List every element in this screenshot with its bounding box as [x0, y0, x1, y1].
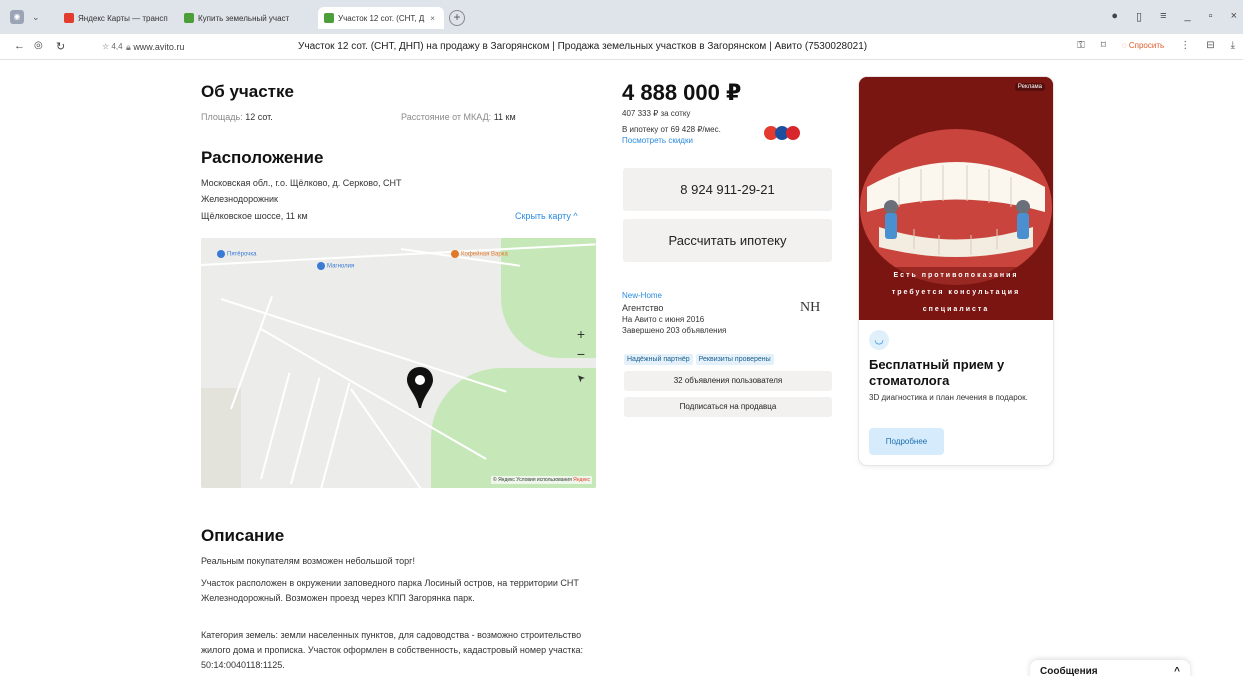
- zoom-out-button[interactable]: −: [572, 346, 590, 362]
- area-row: Площадь: 12 сот.: [201, 110, 273, 125]
- ad-disclaimer-line: Есть противопоказания: [893, 272, 1019, 279]
- map-forest-bottom: [431, 368, 596, 488]
- calc-mortgage-button[interactable]: Рассчитать ипотеку: [623, 219, 832, 262]
- mortgage-link[interactable]: Посмотреть скидки: [622, 135, 693, 146]
- price-per-sotka: 407 333 ₽ за сотку: [622, 109, 691, 118]
- profile-icon[interactable]: ●: [1111, 10, 1118, 23]
- ad-card[interactable]: Реклама Есть противопоказания требуется …: [859, 77, 1053, 465]
- area-label: Площадь:: [201, 112, 243, 122]
- messages-label: Сообщения: [1040, 666, 1098, 676]
- yandex-brand[interactable]: Яндекс: [573, 477, 590, 483]
- avito-favicon-icon: [184, 13, 194, 23]
- about-title: Об участке: [201, 82, 294, 101]
- address-bar: ← ◎ ↻ ☆ 4,4 🔒︎ www.avito.ru Участок 12 с…: [0, 34, 1243, 60]
- back-icon[interactable]: ←: [14, 40, 25, 52]
- maximize-icon[interactable]: ▫: [1209, 10, 1213, 23]
- ask-button[interactable]: ◌ Спросить: [1122, 41, 1164, 50]
- mortgage-text: В ипотеку от 69 428 ₽/мес.: [622, 125, 721, 134]
- alice-icon: ◌: [1121, 41, 1127, 50]
- address-bar-actions: ⚿ ⌑ ◌ Спросить ⋮ ⊟ ⤓: [1077, 40, 1235, 51]
- zoom-in-button[interactable]: +: [572, 326, 590, 342]
- description-paragraph: Участок расположен в окружении заповедно…: [201, 578, 579, 603]
- window-controls: ● ▯ ≡ _ ▫ ×: [1111, 10, 1237, 23]
- map-poi[interactable]: Пятёрочка: [217, 250, 256, 258]
- new-tab-button[interactable]: +: [449, 10, 465, 26]
- description-title: Описание: [201, 526, 285, 545]
- map-poi[interactable]: Магнолия: [317, 262, 354, 270]
- bookmarks-icon[interactable]: ▯: [1136, 10, 1142, 23]
- minimize-icon[interactable]: _: [1185, 10, 1191, 23]
- subscribe-seller-button[interactable]: Подписаться на продавца: [624, 397, 832, 417]
- ad-marker: Реклама: [1014, 83, 1045, 91]
- page-title: Участок 12 сот. (СНТ, ДНП) на продажу в …: [298, 41, 868, 52]
- badge-reliable-partner: Надёжный партнёр: [624, 354, 693, 365]
- reader-icon[interactable]: ⊟: [1206, 40, 1214, 51]
- highway-distance: Щёлковское шоссе, 11 км: [201, 211, 308, 221]
- seller-logo[interactable]: NH: [800, 300, 820, 316]
- address-line2: Железнодорожник: [201, 194, 278, 204]
- map-area: [201, 388, 241, 488]
- seller-listings-button[interactable]: 32 объявления пользователя: [624, 371, 832, 391]
- site-rating[interactable]: ☆ 4,4: [102, 42, 123, 51]
- tab-plot-listing[interactable]: Участок 12 сот. (СНТ, Д ×: [318, 7, 444, 29]
- ad-text: 3D диагностика и план лечения в подарок.: [869, 393, 1028, 402]
- badge-details-verified: Реквизиты проверены: [695, 354, 774, 365]
- ad-disclaimer-line: специалиста: [922, 306, 990, 313]
- map-footer: © Яндекс Условия использования Яндекс: [491, 476, 592, 484]
- bookmark-icon[interactable]: ⌑: [1101, 40, 1106, 51]
- seller-name[interactable]: New-Home: [622, 290, 662, 301]
- protect-icon[interactable]: ◎: [34, 40, 43, 51]
- distance-row: Расстояние от МКАД: 11 км: [401, 110, 516, 125]
- location-title: Расположение: [201, 148, 324, 167]
- menu-icon[interactable]: ≡: [1160, 10, 1166, 23]
- distance-label: Расстояние от МКАД:: [401, 112, 492, 122]
- bank-logos: [764, 126, 800, 140]
- address-line1: Московская обл., г.о. Щёлково, д. Серков…: [201, 178, 402, 188]
- key-icon[interactable]: ⚿: [1077, 40, 1085, 51]
- close-tab-icon[interactable]: ×: [430, 14, 435, 23]
- price: 4 888 000 ₽: [622, 80, 742, 105]
- tab-yandex-maps[interactable]: Яндекс Карты — транспо: [58, 7, 168, 29]
- ad-image: Реклама Есть противопоказания требуется …: [859, 77, 1053, 320]
- browser-logo-icon: ◉: [10, 10, 24, 24]
- avito-favicon-icon: [324, 13, 334, 23]
- close-window-icon[interactable]: ×: [1231, 10, 1237, 23]
- location-pin-icon: [406, 366, 434, 410]
- ad-disclaimer-line: требуется консультация: [891, 289, 1021, 296]
- chevron-down-icon[interactable]: ⌄: [32, 12, 40, 23]
- ad-disclaimer: Есть противопоказания требуется консульт…: [859, 267, 1053, 318]
- browser-tab-bar: ◉ ⌄ Яндекс Карты — транспо Купить земель…: [0, 0, 1243, 34]
- yandex-maps-favicon-icon: [64, 13, 74, 23]
- lock-icon: 🔒︎: [126, 42, 131, 52]
- reload-icon[interactable]: ↻: [56, 40, 65, 53]
- tab-buy-land[interactable]: Купить земельный участ: [178, 7, 310, 29]
- ad-title: Бесплатный прием у стоматолога: [869, 357, 1005, 388]
- seller-type: Агентство: [622, 303, 664, 313]
- location-map[interactable]: Пятёрочка Магнолия Кофейная Варка + − ➤ …: [201, 238, 596, 488]
- chevron-up-icon[interactable]: ^: [1174, 666, 1180, 676]
- seller-completed: Завершено 203 объявления: [622, 326, 727, 335]
- description-paragraph: Реальным покупателям возможен небольшой …: [201, 556, 415, 566]
- distance-value: 11 км: [493, 112, 516, 122]
- show-phone-button[interactable]: 8 924 911-29-21: [623, 168, 832, 211]
- url-field[interactable]: 🔒︎ www.avito.ru: [126, 42, 184, 53]
- map-poi[interactable]: Кофейная Варка: [451, 250, 508, 258]
- bank-logo-icon: [786, 126, 800, 140]
- map-terms-link[interactable]: © Яндекс Условия использования: [493, 477, 572, 483]
- browser-menu-button[interactable]: ◉ ⌄: [10, 9, 40, 25]
- messages-widget[interactable]: Сообщения ^: [1030, 660, 1190, 676]
- area-value: 12 сот.: [245, 112, 273, 122]
- tooth-icon: ◡: [869, 330, 889, 350]
- download-icon[interactable]: ⤓: [1231, 40, 1235, 51]
- description-paragraph: Категория земель: земли населенных пункт…: [201, 630, 584, 670]
- hide-map-link[interactable]: Скрыть карту ^: [515, 209, 578, 224]
- ad-more-button[interactable]: Подробнее: [869, 428, 944, 455]
- seller-badges: Надёжный партнёр Реквизиты проверены: [624, 348, 777, 366]
- more-icon[interactable]: ⋮: [1180, 40, 1190, 51]
